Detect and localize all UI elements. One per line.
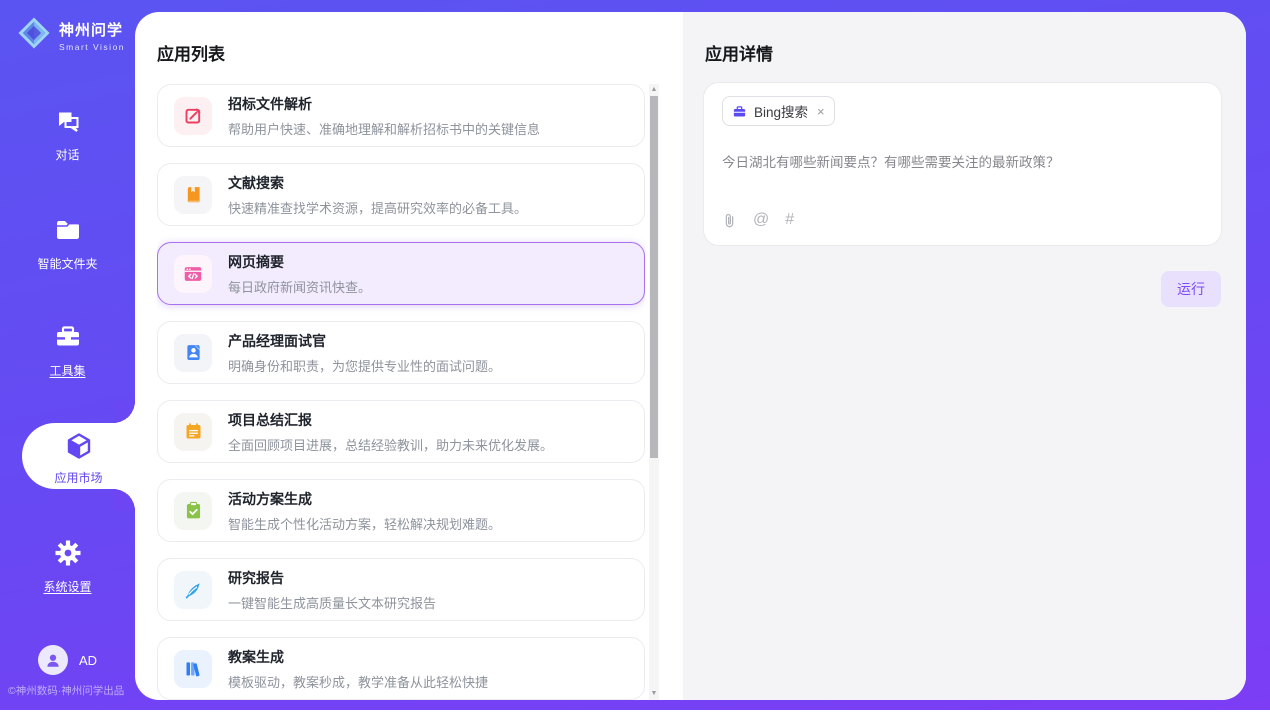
brand-name: 神州问学 [59,19,125,40]
user-row[interactable]: AD [0,645,135,675]
app-card-title: 招标文件解析 [228,94,540,114]
avatar[interactable] [38,645,68,675]
app-list-section: 应用列表 招标文件解析帮助用户快速、准确地理解和解析招标书中的关键信息文献搜索快… [135,12,683,700]
query-input[interactable]: 今日湖北有哪些新闻要点？有哪些需要关注的最新政策？ [722,151,1202,171]
sidebar-item-label: 工具集 [0,362,135,379]
copyright-text: ©神州数码·神州问学出品 [8,683,135,698]
app-card-title: 活动方案生成 [228,489,501,509]
report-note-icon [174,413,212,451]
app-card-description: 全面回顾项目进展，总结经验教训，助力未来优化发展。 [228,435,553,454]
run-button[interactable]: 运行 [1161,271,1221,307]
app-card-title: 教案生成 [228,647,488,667]
app-card-description: 快速精准查找学术资源，提高研究效率的必备工具。 [228,198,527,217]
app-card-description: 明确身份和职责，为您提供专业性的面试问题。 [228,356,501,375]
app-card-title: 网页摘要 [228,252,371,272]
app-card[interactable]: 项目总结汇报全面回顾项目进展，总结经验教训，助力未来优化发展。 [157,400,645,463]
sidebar-item-gear[interactable]: 系统设置 [0,538,135,595]
toolbox-icon [53,339,83,356]
hash-icon[interactable]: # [785,211,794,229]
scrollbar-thumb[interactable] [650,96,658,458]
folder-icon [53,232,83,249]
sidebar-item-label: 系统设置 [0,578,135,595]
app-card[interactable]: 活动方案生成智能生成个性化活动方案，轻松解决规划难题。 [157,479,645,542]
app-card-description: 一键智能生成高质量长文本研究报告 [228,593,436,612]
sidebar-item-label: 智能文件夹 [0,255,135,272]
app-card[interactable]: 文献搜索快速精准查找学术资源，提高研究效率的必备工具。 [157,163,645,226]
cube-icon [64,448,94,465]
user-initials: AD [79,653,97,668]
app-card-description: 智能生成个性化活动方案，轻松解决规划难题。 [228,514,501,533]
app-card-title: 产品经理面试官 [228,331,501,351]
books-icon [174,650,212,688]
sidebar-item-folder[interactable]: 智能文件夹 [0,215,135,272]
app-detail-title: 应用详情 [705,40,773,65]
app-card-list: 招标文件解析帮助用户快速、准确地理解和解析招标书中的关键信息文献搜索快速精准查找… [157,84,645,700]
attachment-icon[interactable] [722,212,737,229]
clipboard-check-icon [174,492,212,530]
sidebar-item-label: 对话 [0,146,135,163]
prompt-input-card[interactable]: Bing搜索 × 今日湖北有哪些新闻要点？有哪些需要关注的最新政策？ @ # [703,82,1222,246]
person-icon [44,651,62,669]
briefcase-icon [732,104,747,119]
app-card-description: 模板驱动，教案秒成，教学准备从此轻松快捷 [228,672,488,691]
app-card[interactable]: 研究报告一键智能生成高质量长文本研究报告 [157,558,645,621]
app-card-description: 帮助用户快速、准确地理解和解析招标书中的关键信息 [228,119,540,138]
quill-pen-icon [174,571,212,609]
app-card-description: 每日政府新闻资讯快查。 [228,277,371,296]
book-icon [174,176,212,214]
scroll-down-icon[interactable]: ▼ [649,688,659,700]
interviewer-icon [174,334,212,372]
sidebar-item-cube[interactable]: 应用市场 [22,423,135,489]
app-detail-section: 应用详情 Bing搜索 × 今日湖北有哪些新闻要点？有哪些需要关注的最新政策？ [683,12,1246,700]
app-card-title: 项目总结汇报 [228,410,553,430]
bubble-curve-bottom [113,489,135,511]
tag-label: Bing搜索 [754,101,808,121]
sidebar-item-toolbox[interactable]: 工具集 [0,322,135,379]
sidebar-item-label: 应用市场 [22,469,135,486]
brand-diamond-icon [16,15,52,56]
chat-icon [53,123,83,140]
mention-icon[interactable]: @ [753,211,769,229]
app-card[interactable]: 产品经理面试官明确身份和职责，为您提供专业性的面试问题。 [157,321,645,384]
gear-icon [53,555,83,572]
sidebar-item-chat[interactable]: 对话 [0,106,135,163]
bubble-curve-top [113,401,135,423]
app-card[interactable]: 网页摘要每日政府新闻资讯快查。 [157,242,645,305]
main-panel: 应用列表 招标文件解析帮助用户快速、准确地理解和解析招标书中的关键信息文献搜索快… [135,12,1246,700]
brand-tagline: Smart Vision [59,42,125,52]
app-card[interactable]: 教案生成模板驱动，教案秒成，教学准备从此轻松快捷 [157,637,645,700]
app-card-title: 研究报告 [228,568,436,588]
tender-doc-icon [174,97,212,135]
tag-close-icon[interactable]: × [817,104,825,119]
scroll-up-icon[interactable]: ▲ [649,84,659,96]
app-list-title: 应用列表 [157,40,225,65]
bing-search-tag[interactable]: Bing搜索 × [722,96,835,126]
input-toolbar: @ # [722,211,794,229]
sidebar: 神州问学 Smart Vision 对话智能文件夹工具集应用市场系统设置 AD … [0,0,135,710]
scrollbar[interactable]: ▲ ▼ [649,84,659,700]
app-card[interactable]: 招标文件解析帮助用户快速、准确地理解和解析招标书中的关键信息 [157,84,645,147]
app-card-title: 文献搜索 [228,173,527,193]
brand-logo: 神州问学 Smart Vision [16,15,125,56]
webpage-code-icon [174,255,212,293]
